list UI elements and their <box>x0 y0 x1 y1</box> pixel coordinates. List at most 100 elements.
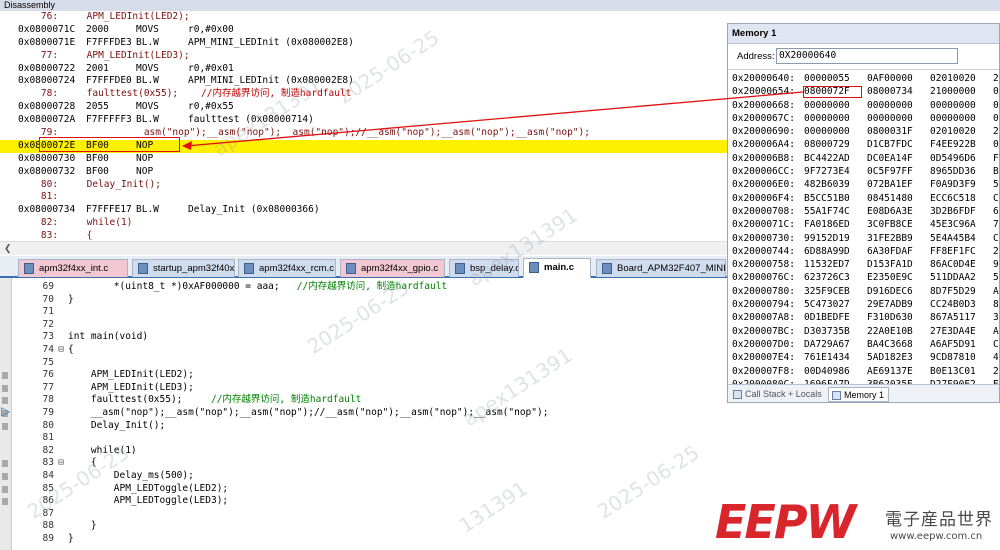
code-comment: //内存越界访问, 制造hardfault <box>279 281 448 292</box>
memory-row[interactable]: 0x20000758: 11532ED7 D153FA1D 86AC0D4E 9D9 <box>728 258 999 271</box>
memory-row[interactable]: 0x200007F8: 00D40986 AE69137E B0E13C01 26E <box>728 365 999 378</box>
memory-word: D153FA1D <box>867 259 913 271</box>
memory-row[interactable]: 0x20000640: 00000055 0AF00000 02010020 2000 <box>728 72 999 85</box>
memory-row[interactable]: 0x200007E4: 761E1434 5AD182E3 9CD87810 4F8 <box>728 351 999 364</box>
code-text: { <box>68 344 74 355</box>
code-line[interactable]: 72 <box>16 319 68 331</box>
tab-apm32f4xx-int-c[interactable]: apm32f4xx_int.c <box>18 259 128 277</box>
memory-row[interactable]: 0x200006A4: 08000729 D1CB7FDC F4EE922B 0E2 <box>728 138 999 151</box>
file-icon <box>602 263 612 274</box>
code-text: Delay_ms(500); <box>68 470 194 481</box>
file-icon <box>346 263 356 274</box>
memory-word: 200 <box>993 126 999 138</box>
code-line[interactable]: 88 } <box>16 520 97 532</box>
memory-word: 00000000 <box>930 99 976 111</box>
code-line[interactable]: 74 ⊟{ <box>16 344 74 356</box>
executable-line-marker[interactable] <box>2 372 8 380</box>
code-line[interactable]: 73 int main(void) <box>16 331 149 343</box>
code-line[interactable]: 77 APM_LEDInit(LED3); <box>16 382 194 394</box>
tab-bsp-delay-c[interactable]: bsp_delay.c <box>449 259 519 277</box>
memory-row[interactable]: 0x200006B8: BC4422AD DC0EA14F 0D5496D6 FBD <box>728 152 999 165</box>
memory-row[interactable]: 0x2000071C: FA0186ED 3C0FB8CE 45E3C96A 708 <box>728 218 999 231</box>
code-line[interactable]: 75 <box>16 357 68 369</box>
executable-line-marker[interactable] <box>2 485 8 493</box>
memory-row[interactable]: 0x20000708: 55A1F74C E08D6A3E 3D2B6FDF 673 <box>728 205 999 218</box>
code-line[interactable]: 89} <box>16 533 74 545</box>
source-line[interactable]: 76: APM_LEDInit(LED2); <box>0 11 1000 24</box>
code-line[interactable]: 70} <box>16 294 74 306</box>
memory-row[interactable]: 0x20000690: 00000000 0800031F 02010020 200 <box>728 125 999 138</box>
memory-word: 5AD182E3 <box>867 352 913 364</box>
memory-row[interactable]: 0x20000794: 5C473027 29E7ADB9 CC24B0D3 82D <box>728 298 999 311</box>
tab-main-c[interactable]: main.c <box>523 258 591 278</box>
executable-line-marker[interactable] <box>2 460 8 468</box>
code-line[interactable]: 78 faulttest(0x55); //内存越界访问, 制造hardfaul… <box>16 394 362 406</box>
tab-memory-1[interactable]: Memory 1 <box>828 387 890 402</box>
fold-icon[interactable]: ⊟ <box>54 457 68 469</box>
code-line[interactable]: 80 Delay_Init(); <box>16 420 166 432</box>
asm-mnemonic: MOVS <box>136 23 159 35</box>
asm-opcode: BF00 <box>86 152 109 164</box>
memory-tab-bar: Call Stack + Locals Memory 1 <box>728 384 999 402</box>
memory-word: E08D6A3E <box>867 205 913 217</box>
code-line[interactable]: 81 <box>16 432 68 444</box>
memory-word: 761E1434 <box>804 352 850 364</box>
code-line[interactable]: 69 *(uint8_t *)0xAF000000 = aaa; //内存越界访… <box>16 281 448 293</box>
memory-word: 00000000 <box>930 112 976 124</box>
tab-apm32f4xx-gpio-c[interactable]: apm32f4xx_gpio.c <box>340 259 445 277</box>
asm-opcode: 2000 <box>86 23 109 35</box>
source-text: 77: APM_LEDInit(LED3); <box>18 49 190 61</box>
address-input[interactable]: 0X20000640 <box>776 48 958 64</box>
memory-row[interactable]: 0x20000744: 6D88A99D 6A30FDAF FF8EF1FC 28B <box>728 245 999 258</box>
line-number: 73 <box>42 331 54 343</box>
tab-startup-apm32f40x-s[interactable]: startup_apm32f40x.s <box>132 259 235 277</box>
code-line[interactable]: 71 <box>16 306 68 318</box>
code-line[interactable]: 79 __asm("nop");__asm("nop");__asm("nop"… <box>16 407 549 419</box>
code-line[interactable]: 82 while(1) <box>16 445 137 457</box>
executable-line-marker[interactable] <box>2 384 8 392</box>
memory-word: 8D7F5D29 <box>930 285 976 297</box>
fold-icon[interactable]: ⊟ <box>54 344 68 356</box>
memory-dump[interactable]: 0x20000640:000000550AF000000201002020000… <box>728 72 999 384</box>
line-number: 71 <box>42 306 54 318</box>
memory-row[interactable]: 0x2000067C:000000000000000000000000000 <box>728 112 999 125</box>
code-line[interactable]: 87 <box>16 508 68 520</box>
memory-row[interactable]: 0x200006E0: 482B6039 072BA1EF F0A9D3F9 5AB <box>728 178 999 191</box>
memory-row[interactable]: 0x20000780: 325F9CEB D916DEC6 8D7F5D29 AEF <box>728 285 999 298</box>
memory-row[interactable]: 0x200006CC: 9F7273E4 0C5F97FF 8965DD36 BA3 <box>728 165 999 178</box>
tab-board-apm32f407-mini-c[interactable]: Board_APM32F407_MINI.c <box>596 259 726 277</box>
memory-row[interactable]: 0x20000654:0800072F0800073421000000000 <box>728 85 999 98</box>
code-text: *(uint8_t *)0xAF000000 = aaa; <box>68 281 280 292</box>
memory-word: BC4422AD <box>804 152 850 164</box>
scroll-left-icon[interactable]: ❮ <box>4 243 12 254</box>
memory-word: 8965DD36 <box>930 166 976 178</box>
line-number: 72 <box>42 318 54 330</box>
memory-address: 0x2000071C: <box>732 219 795 231</box>
memory-row[interactable]: 0x200007D0: DA729A67 BA4C3668 A6AF5D91 C22 <box>728 338 999 351</box>
tab-call-stack-locals[interactable]: Call Stack + Locals <box>730 387 826 402</box>
executable-line-marker[interactable] <box>2 473 8 480</box>
memory-row[interactable]: 0x200007A8: 0D1BEDFE F310D630 867A5117 341 <box>728 311 999 324</box>
memory-address: 0x20000794: <box>732 299 795 311</box>
memory-row[interactable]: 0x200007BC: D303735B 22A0E10B 27E3DA4E AB2 <box>728 325 999 338</box>
memory-row[interactable]: 0x20000668:000000000000000000000000000 <box>728 99 999 112</box>
code-line[interactable]: 84 Delay_ms(500); <box>16 470 194 482</box>
memory-word: F4EE922B <box>930 139 976 151</box>
code-line[interactable]: 86 APM_LEDToggle(LED3); <box>16 495 229 507</box>
memory-row[interactable]: 0x20000730: 99152D19 31FE2BB9 5E4A45B4 C96 <box>728 232 999 245</box>
memory-word: CC24B0D3 <box>930 299 976 311</box>
code-line[interactable]: 76 APM_LEDInit(LED2); <box>16 369 194 381</box>
code-line[interactable]: 83 ⊟ { <box>16 457 97 469</box>
memory-address: 0x20000640: <box>732 73 795 84</box>
executable-line-marker[interactable] <box>2 422 8 430</box>
memory-row[interactable]: 0x2000076C: 623726C3 E2350E9C 511DDAA2 5A7 <box>728 271 999 284</box>
code-line[interactable]: 85 APM_LEDToggle(LED2); <box>16 483 229 495</box>
memory-word: C96 <box>993 232 999 244</box>
asm-address: 0x08000724 <box>18 75 76 87</box>
code-editor[interactable]: ▷ 69 *(uint8_t *)0xAF000000 = aaa; //内存越… <box>0 278 728 550</box>
executable-line-marker[interactable] <box>2 498 8 506</box>
memory-row[interactable]: 0x200006F4: B5CC51B0 08451480 ECC6C518 CEF <box>728 192 999 205</box>
memory-word: DA729A67 <box>804 338 850 350</box>
tab-apm32f4xx-rcm-c[interactable]: apm32f4xx_rcm.c <box>238 259 336 277</box>
memory-word: 00000000 <box>804 112 850 124</box>
